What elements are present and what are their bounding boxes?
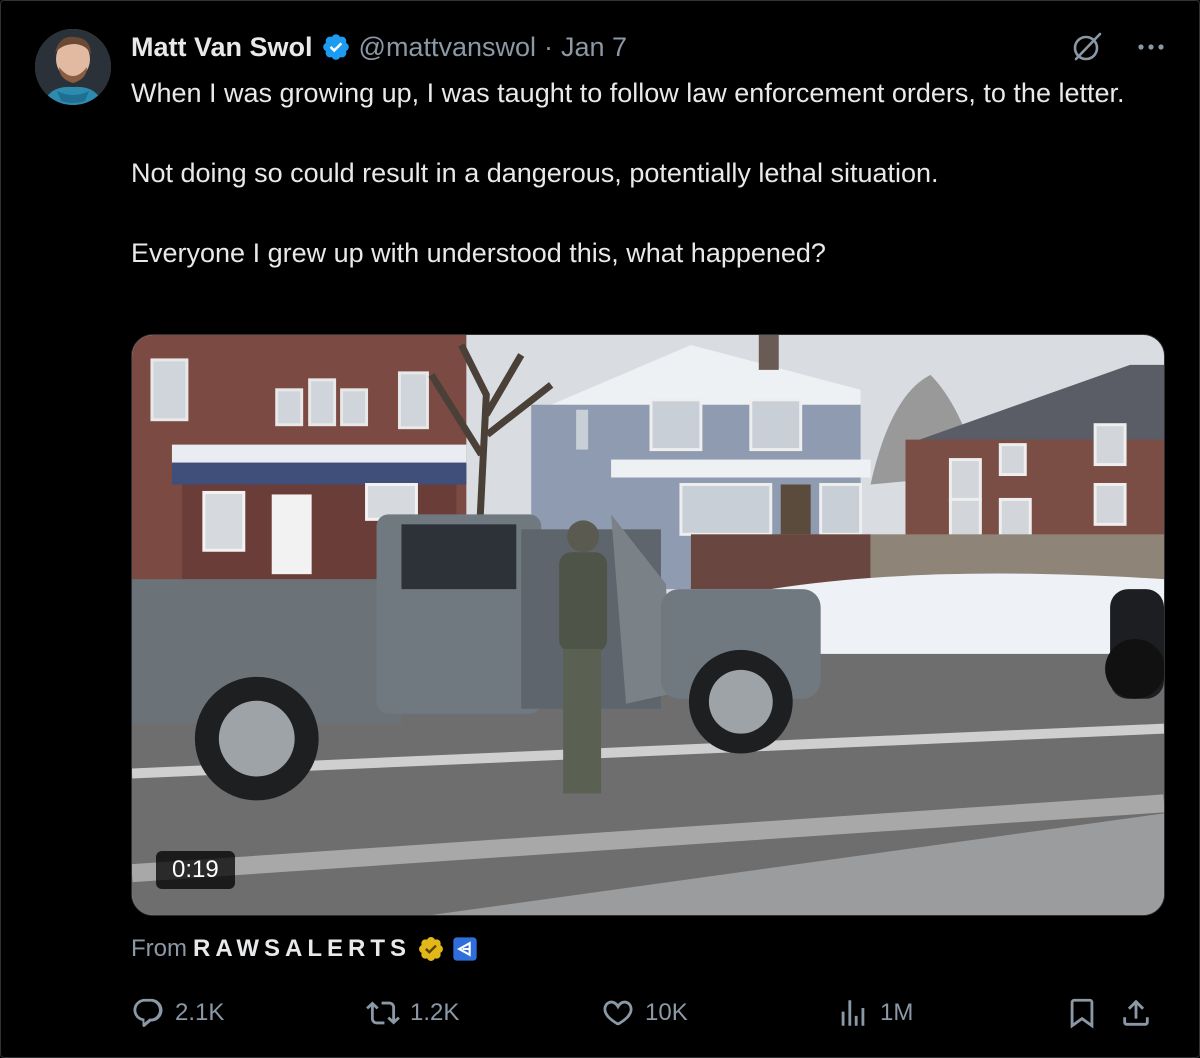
attribution-account[interactable]: RAWSALERTS [193, 935, 411, 963]
grok-icon[interactable] [1069, 29, 1105, 65]
verified-badge-icon[interactable] [321, 32, 351, 62]
bookmark-button[interactable] [1065, 991, 1099, 1035]
tweet-card[interactable]: Matt Van Swol @mattvanswol · Jan 7 When … [0, 0, 1200, 1058]
reply-icon [133, 998, 163, 1027]
avatar[interactable] [35, 29, 111, 105]
views-button[interactable]: 1M [836, 991, 913, 1035]
author-name[interactable]: Matt Van Swol [131, 32, 313, 63]
top-actions [1069, 29, 1169, 65]
share-button[interactable] [1119, 991, 1153, 1035]
tweet-header: Matt Van Swol @mattvanswol · Jan 7 [131, 29, 627, 65]
reply-count: 2.1K [175, 999, 225, 1026]
tweet-actions: 2.1K 1.2K 10K 1M [131, 991, 1165, 1035]
affiliate-badge-icon[interactable] [451, 935, 479, 963]
like-button[interactable]: 10K [601, 991, 688, 1035]
repost-icon [366, 1001, 400, 1025]
like-count: 10K [645, 999, 688, 1026]
attribution-label: From [131, 935, 187, 962]
share-icon [1123, 999, 1149, 1026]
tweet-paragraph: When I was growing up, I was taught to f… [131, 78, 1125, 108]
avatar-image [35, 29, 111, 105]
video-duration: 0:19 [156, 851, 235, 889]
reply-button[interactable]: 2.1K [131, 991, 224, 1035]
view-count: 1M [880, 999, 914, 1026]
repost-count: 1.2K [410, 999, 460, 1026]
media-attribution: From RAWSALERTS [131, 933, 479, 965]
bookmark-icon [1070, 998, 1094, 1029]
separator: · [544, 31, 553, 62]
video-thumbnail [132, 335, 1164, 915]
video-player[interactable]: 0:19 [131, 334, 1165, 916]
repost-button[interactable]: 1.2K [366, 991, 459, 1035]
author-handle[interactable]: @mattvanswol [359, 32, 536, 63]
tweet-paragraph: Everyone I grew up with understood this,… [131, 238, 826, 268]
gold-verified-badge-icon[interactable] [417, 935, 445, 963]
heart-icon [603, 1000, 633, 1026]
tweet-text: When I was growing up, I was taught to f… [131, 73, 1151, 273]
more-options-icon[interactable] [1133, 29, 1169, 65]
analytics-icon [841, 1000, 865, 1026]
post-date[interactable]: Jan 7 [561, 32, 627, 63]
tweet-paragraph: Not doing so could result in a dangerous… [131, 158, 939, 188]
